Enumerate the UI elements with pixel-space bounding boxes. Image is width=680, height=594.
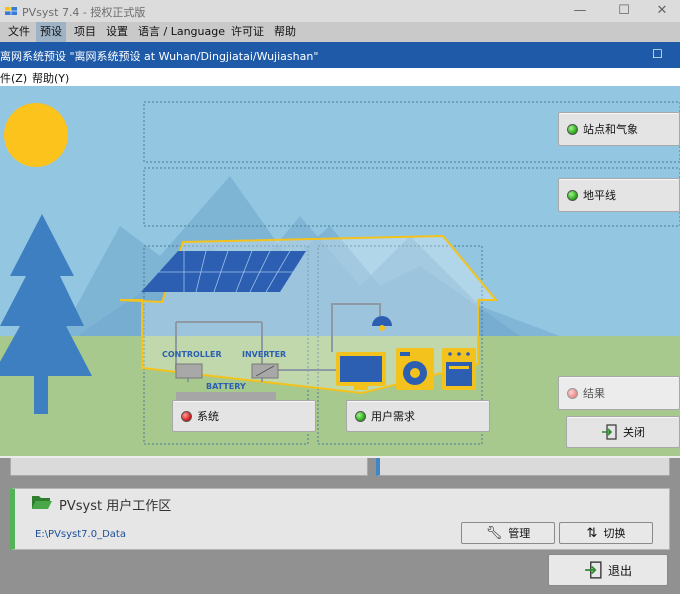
offgrid-presizing-dialog: 离网系统预设 "离网系统预设 at Wuhan/Dingjiatai/Wujia… [0, 42, 680, 458]
app-title: PVsyst 7.4 - 授权正式版 [22, 6, 146, 19]
manage-button[interactable]: 🔧︎ 管理 [461, 522, 555, 544]
workspace-box: PVsyst 用户工作区 E:\PVsyst7.0_Data 🔧︎ 管理 ⇅ 切… [10, 488, 670, 550]
inverter-label: INVERTER [242, 350, 287, 359]
close-dialog-button[interactable]: 关闭 [566, 416, 680, 448]
workspace-path: E:\PVsyst7.0_Data [35, 529, 126, 540]
results-button[interactable]: 结果 [558, 376, 680, 410]
app-titlebar: PVsyst 7.4 - 授权正式版 — ☐ ✕ [0, 0, 680, 22]
horizon-button[interactable]: 地平线 [558, 178, 680, 212]
folder-open-icon [32, 496, 52, 509]
main-menubar: 文件 预设 项目 设置 语言 / Language 许可证 帮助 [0, 22, 680, 42]
switch-label: 切换 [603, 527, 626, 540]
status-led-pink-icon [567, 387, 578, 399]
dialog-menu-file[interactable]: 件(Z) [0, 70, 27, 86]
status-led-green-icon [567, 123, 578, 135]
pvsyst-logo-icon [5, 7, 17, 15]
system-button[interactable]: 系统 [172, 400, 316, 432]
menu-presizing[interactable]: 预设 [36, 22, 66, 42]
dialog-menubar: 件(Z) 帮助(Y) [0, 68, 680, 86]
wrench-icon: 🔧︎ [485, 525, 503, 541]
site-meteo-label: 站点和气象 [583, 123, 638, 136]
user-needs-button[interactable]: 用户需求 [346, 400, 490, 432]
status-led-green-icon [567, 189, 578, 201]
menu-help[interactable]: 帮助 [270, 22, 300, 42]
dialog-maximize-button[interactable]: ☐ [652, 47, 663, 61]
dialog-title: 离网系统预设 "离网系统预设 at Wuhan/Dingjiatai/Wujia… [0, 50, 319, 63]
close-button[interactable]: ✕ [640, 0, 680, 22]
upper-panel-right [376, 458, 670, 476]
menu-file[interactable]: 文件 [4, 22, 34, 42]
dialog-menu-help[interactable]: 帮助(Y) [32, 70, 69, 86]
status-led-red-icon [181, 410, 192, 422]
dialog-titlebar: 离网系统预设 "离网系统预设 at Wuhan/Dingjiatai/Wujia… [0, 42, 680, 68]
exit-label: 退出 [607, 563, 632, 578]
switch-button[interactable]: ⇅ 切换 [559, 522, 653, 544]
menu-language[interactable]: 语言 / Language [134, 22, 229, 42]
results-label: 结果 [583, 387, 605, 400]
exit-button[interactable]: 退出 [548, 554, 668, 586]
user-needs-label: 用户需求 [371, 410, 415, 423]
battery-label: BATTERY [206, 382, 246, 391]
switch-arrows-icon: ⇅ [586, 525, 598, 541]
exit-door-icon [585, 561, 602, 579]
menu-settings[interactable]: 设置 [102, 22, 132, 42]
workspace-title: PVsyst 用户工作区 [59, 499, 172, 514]
menu-project[interactable]: 项目 [70, 22, 100, 42]
workspace-area: PVsyst 用户工作区 E:\PVsyst7.0_Data 🔧︎ 管理 ⇅ 切… [0, 458, 680, 594]
system-label: 系统 [197, 410, 219, 423]
controller-label: CONTROLLER [162, 350, 222, 359]
upper-panel-left [10, 458, 368, 476]
close-label: 关闭 [623, 426, 645, 439]
menu-license[interactable]: 许可证 [227, 22, 268, 42]
exit-door-icon [602, 424, 617, 440]
system-scene: CONTROLLER INVERTER BATTERY 站点和气象 地平线 系统… [0, 86, 680, 456]
minimize-button[interactable]: — [558, 0, 602, 22]
horizon-label: 地平线 [583, 189, 616, 202]
manage-label: 管理 [508, 527, 531, 540]
status-led-green-icon [355, 410, 366, 422]
site-meteo-button[interactable]: 站点和气象 [558, 112, 680, 146]
